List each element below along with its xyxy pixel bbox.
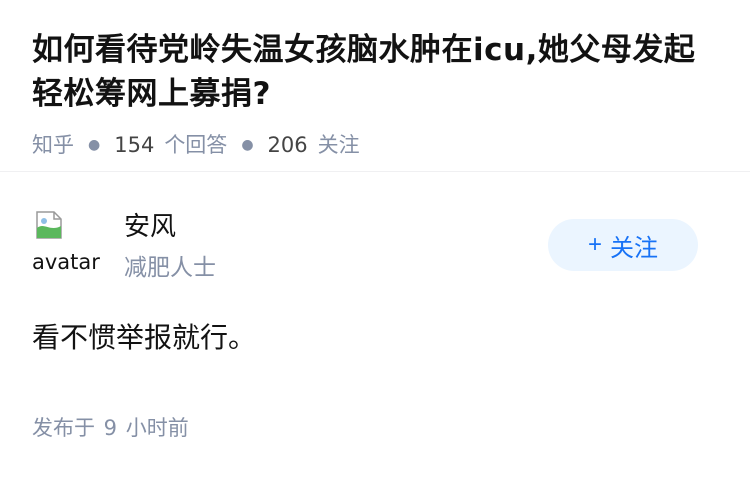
avatar-alt-text: avatar (32, 250, 100, 274)
answer-content: 看不惯举报就行。 (32, 321, 257, 354)
separator-dot: ● (241, 137, 254, 153)
avatar[interactable]: avatar (32, 210, 100, 278)
answer-card: avatar 安风 减肥人士 + 关注 看不惯举报就行。 发布于 9 小时前 (0, 172, 750, 442)
follow-button[interactable]: + 关注 (548, 219, 698, 271)
broken-image-icon (36, 211, 62, 239)
author-name[interactable]: 安风 (124, 206, 176, 243)
follower-count: 206 (267, 133, 308, 157)
question-title[interactable]: 如何看待党岭失温女孩脑水肿在icu,她父母发起轻松筹网上募捐? (32, 28, 718, 116)
answer-count-label[interactable]: 个回答 (164, 130, 227, 160)
question-header: 如何看待党岭失温女孩脑水肿在icu,她父母发起轻松筹网上募捐? 知乎 ● 154… (0, 0, 750, 172)
author-headline: 减肥人士 (124, 255, 216, 281)
answer-count: 154 (114, 133, 155, 157)
question-meta: 知乎 ● 154 个回答 ● 206 关注 (32, 130, 718, 160)
separator-dot: ● (88, 137, 101, 153)
follower-count-label[interactable]: 关注 (318, 130, 360, 160)
author-info: avatar 安风 减肥人士 + 关注 (32, 172, 718, 281)
follow-button-label: 关注 (610, 234, 658, 262)
plus-icon: + (587, 231, 602, 258)
source-label[interactable]: 知乎 (32, 130, 74, 160)
publish-time: 发布于 9 小时前 (32, 416, 189, 440)
